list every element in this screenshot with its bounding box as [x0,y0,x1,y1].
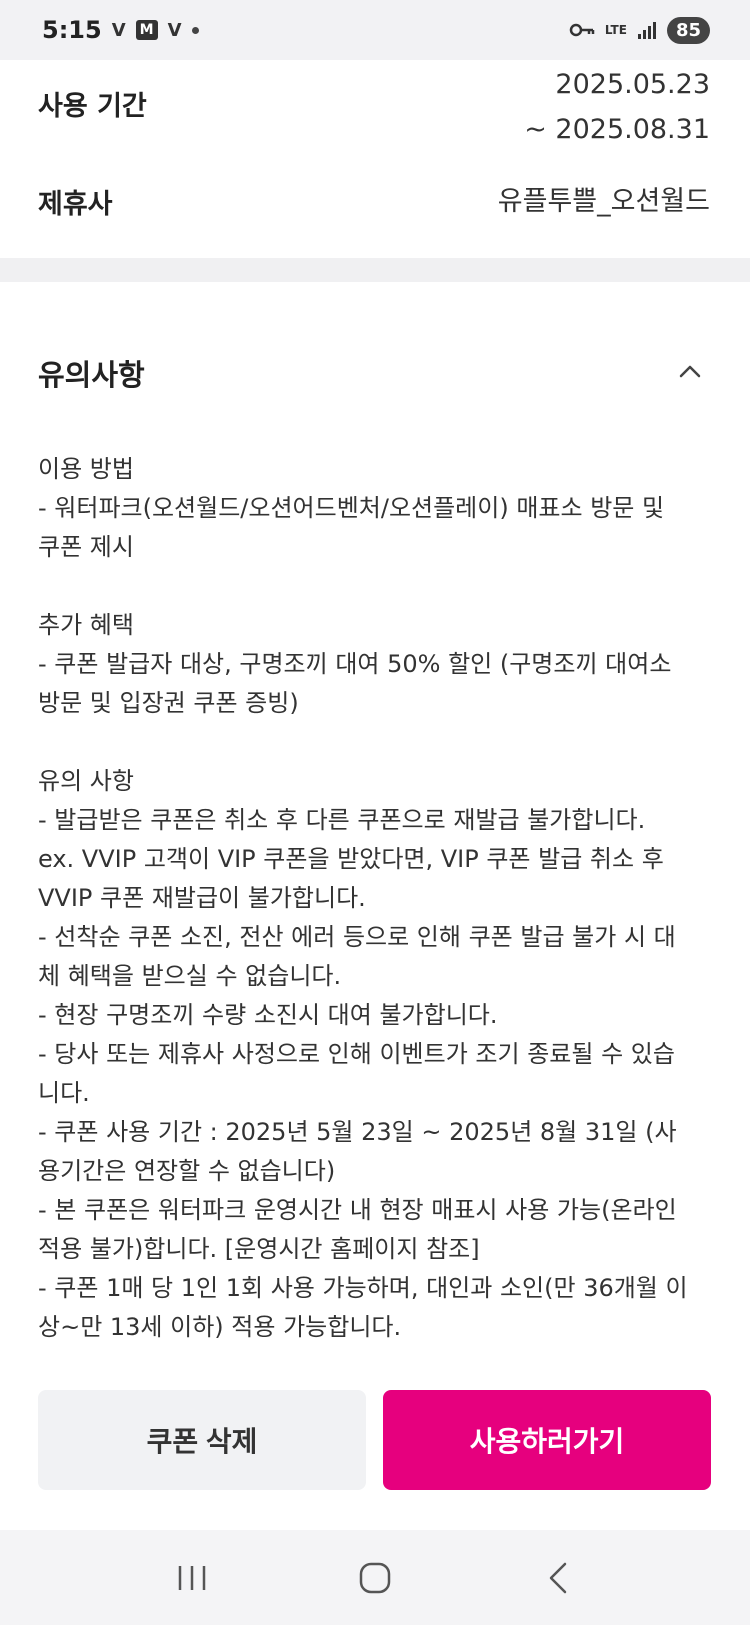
notice-line: - 발급받은 쿠폰은 취소 후 다른 쿠폰으로 재발급 불가합니다. [38,806,646,834]
status-bar: 5:15 V M V LTE 85 [0,0,750,60]
period-value: 2025.05.23 ~ 2025.08.31 [524,62,710,152]
notice-title[interactable]: 유의사항 [38,352,145,394]
notice-line: - 워터파크(오션월드/오션어드벤처/오션플레이) 매표소 방문 및 쿠폰 제시 [38,494,665,561]
mstock-icon: M [135,20,158,40]
notice-line: - 본 쿠폰은 워터파크 운영시간 내 현장 매표시 사용 가능(온라인 적용 … [38,1196,677,1263]
volte-icon-2: V [167,19,182,41]
coupon-info-card: 사용 기간 2025.05.23 ~ 2025.08.31 제휴사 유플투쁠_오… [0,60,750,258]
battery-indicator: 85 [666,16,710,44]
partner-value: 유플투쁠_오션월드 [497,186,710,217]
partner-label: 제휴사 [38,189,113,220]
action-bar: 쿠폰 삭제 사용하러가기 [0,1390,750,1530]
notice-line: - 쿠폰 발급자 대상, 구명조끼 대여 50% 할인 (구명조끼 대여소 방문… [38,650,672,717]
notice-line [38,723,718,762]
notice-content: 이용 방법 - 워터파크(오션월드/오션어드벤처/오션플레이) 매표소 방문 및… [38,450,718,1347]
period-label: 사용 기간 [38,91,147,122]
period-end: ~ 2025.08.31 [524,114,710,145]
status-right: LTE 85 [569,16,710,44]
system-nav-bar [0,1530,750,1625]
period-row: 사용 기간 2025.05.23 ~ 2025.08.31 [38,62,710,152]
status-time: 5:15 [42,16,102,44]
notice-line: - 당사 또는 제휴사 사정으로 인해 이벤트가 조기 종료될 수 있습 니다. [38,1040,675,1107]
notice-line [38,567,718,606]
status-left: 5:15 V M V [42,16,199,44]
notice-line: - 쿠폰 사용 기간 : 2025년 5월 23일 ~ 2025년 8월 31일… [38,1118,677,1185]
home-icon[interactable] [355,1558,395,1598]
period-start: 2025.05.23 [555,69,710,100]
notice-line: - 현장 구명조끼 수량 소진시 대여 불가합니다. [38,1001,498,1029]
signal-icon [637,22,656,39]
chevron-up-icon[interactable] [678,360,702,384]
notice-line: - 선착순 쿠폰 소진, 전산 에러 등으로 인해 쿠폰 발급 불가 시 대 체… [38,923,676,990]
delete-coupon-button[interactable]: 쿠폰 삭제 [38,1390,366,1490]
key-icon [569,23,595,37]
notice-line: 추가 혜택 [38,611,134,639]
notice-line: 유의 사항 [38,767,134,795]
section-divider [0,258,750,282]
notice-section: 유의사항 이용 방법 - 워터파크(오션월드/오션어드벤처/오션플레이) 매표소… [0,282,750,1530]
recent-apps-icon[interactable] [172,1558,212,1598]
notice-line: 이용 방법 [38,455,134,483]
use-coupon-button[interactable]: 사용하러가기 [383,1390,711,1490]
partner-row: 제휴사 유플투쁠_오션월드 [38,182,710,222]
notice-line: - 쿠폰 1매 당 1인 1회 사용 가능하며, 대인과 소인(만 36개월 이… [38,1274,688,1341]
volte-icon: V [111,19,126,41]
lte-indicator: LTE [604,23,627,37]
notice-line: ex. VVIP 고객이 VIP 쿠폰을 받았다면, VIP 쿠폰 발급 취소 … [38,845,664,912]
back-icon[interactable] [538,1558,578,1598]
notification-dot-icon [191,26,199,34]
